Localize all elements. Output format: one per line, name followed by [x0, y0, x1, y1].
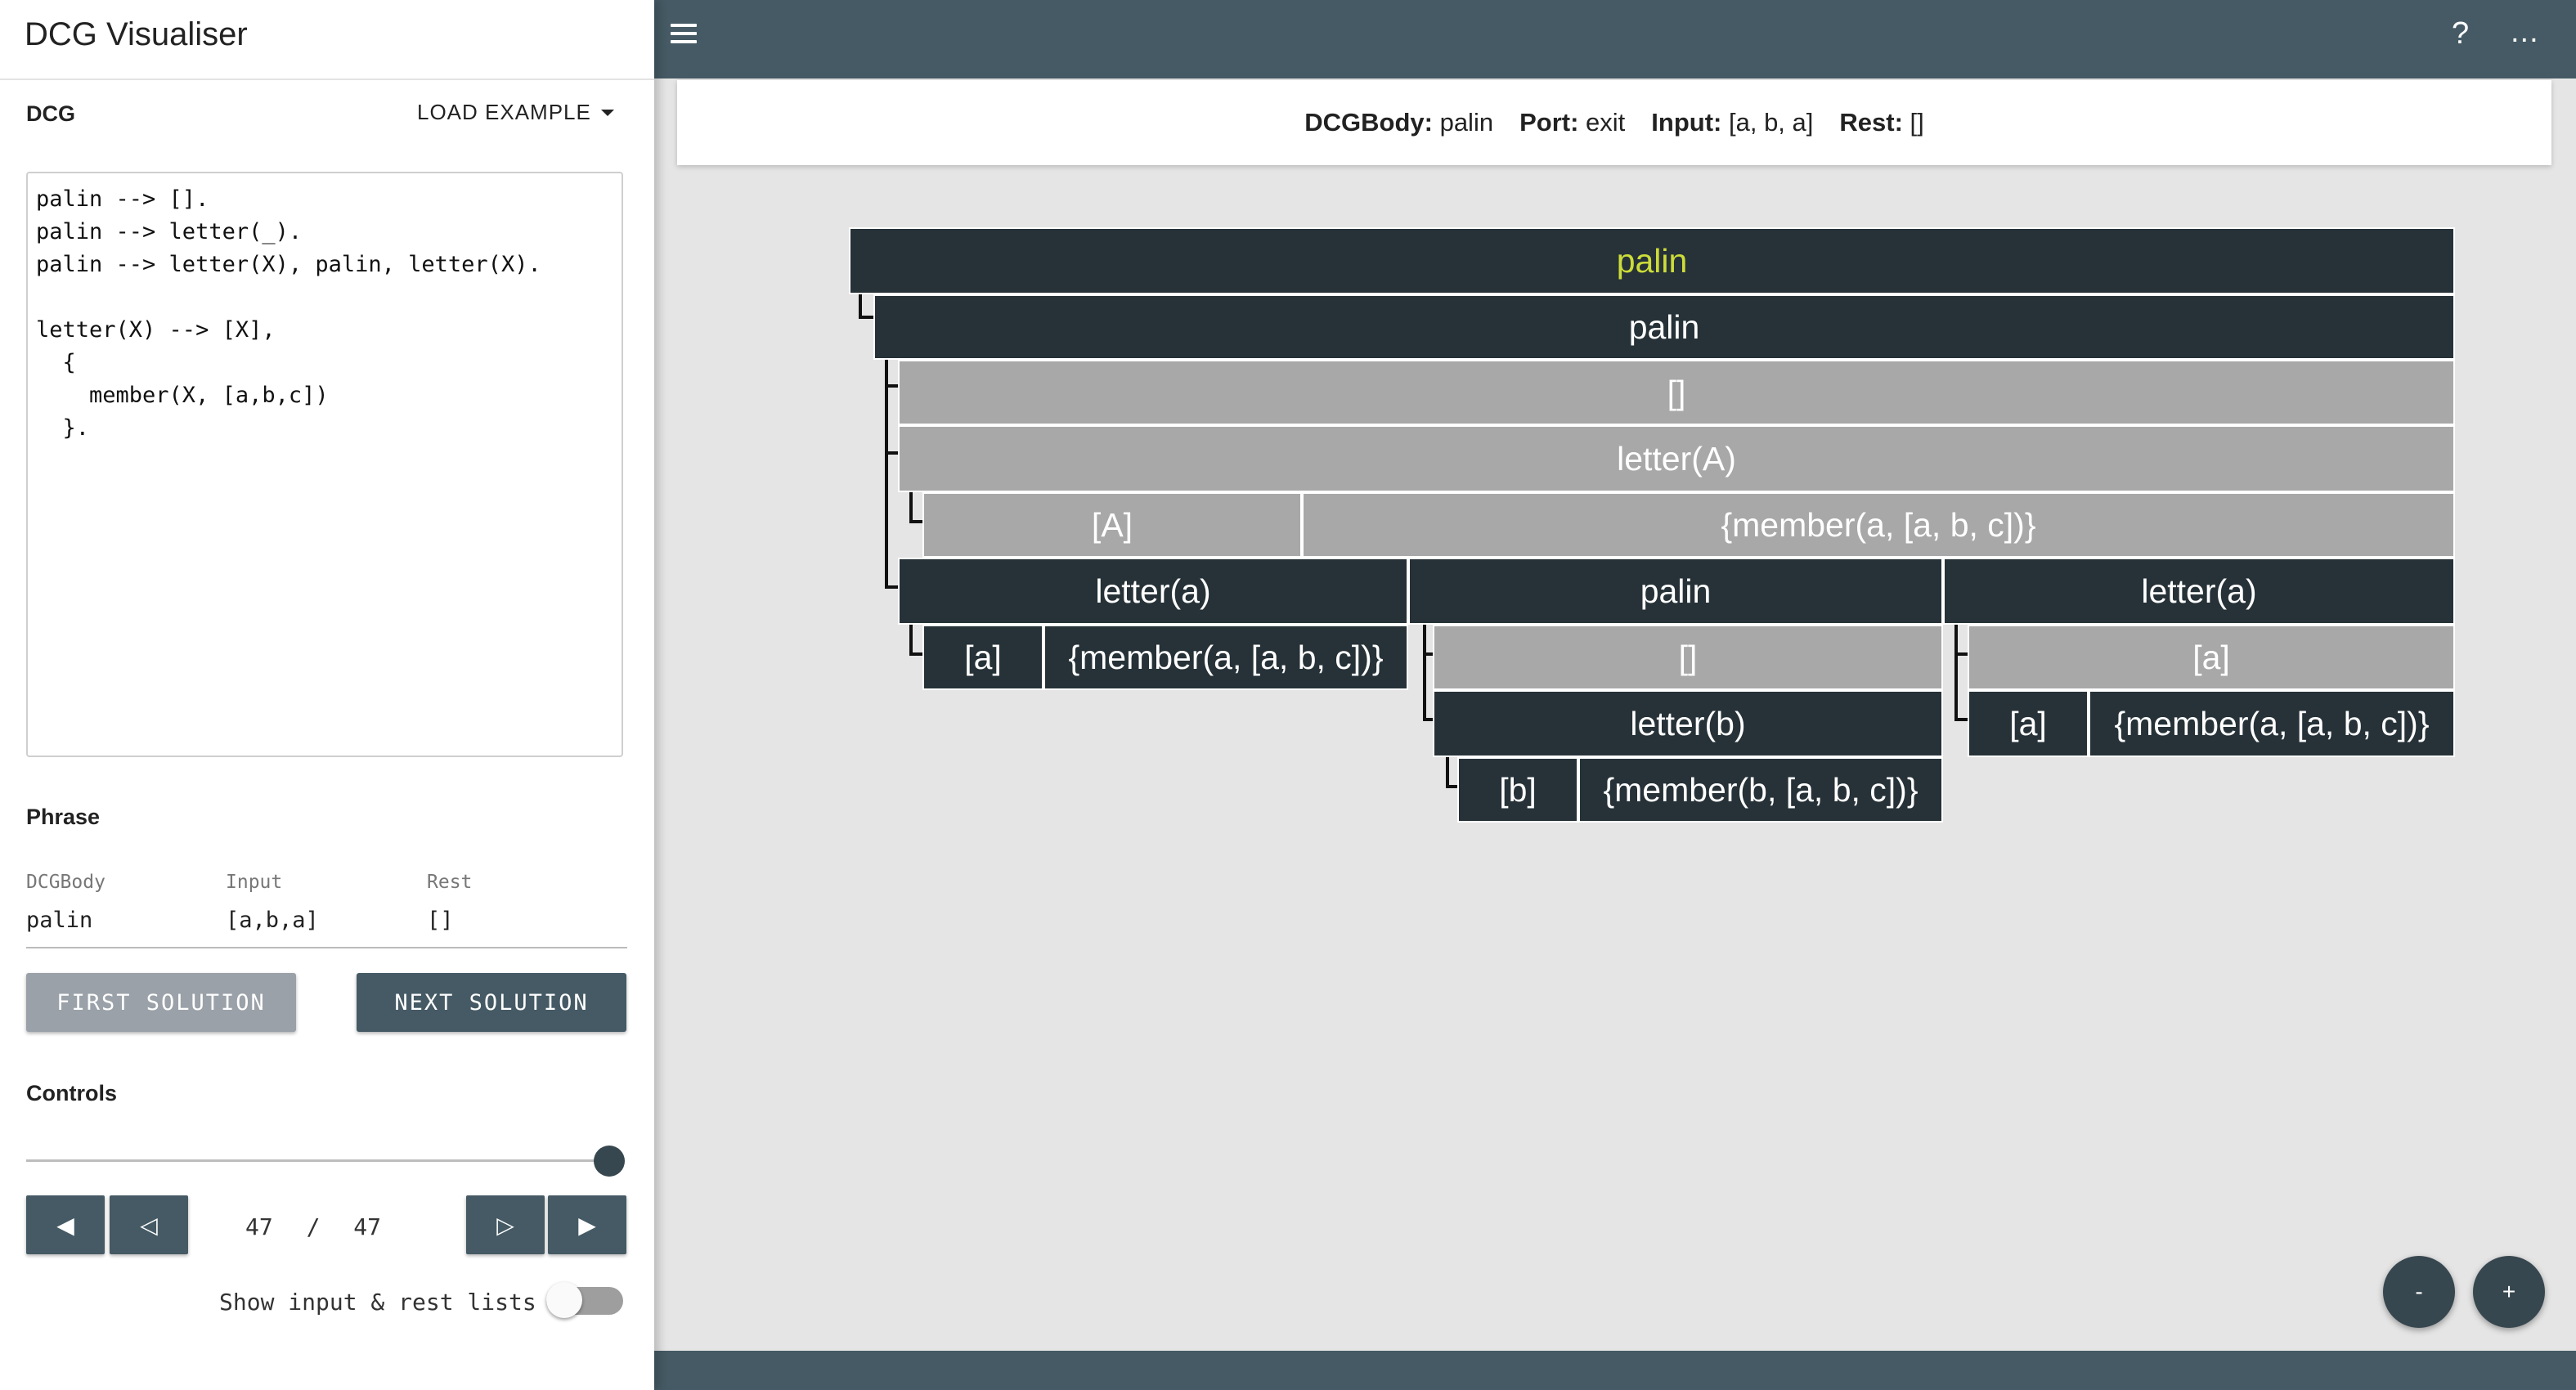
phrase-rest-value: []: [427, 908, 454, 933]
step-slider-thumb[interactable]: [594, 1146, 625, 1177]
zoom-out-button[interactable]: -: [2383, 1256, 2455, 1328]
last-step-button[interactable]: ▶: [548, 1195, 626, 1254]
status-port: Port: exit: [1519, 108, 1626, 137]
next-solution-button[interactable]: NEXT SOLUTION: [357, 973, 626, 1032]
tree-node[interactable]: [b]: [1457, 757, 1578, 823]
plus-icon: +: [2502, 1279, 2516, 1304]
step-current: 47: [245, 1213, 273, 1240]
show-lists-toggle[interactable]: [546, 1282, 623, 1320]
top-app-bar: [654, 0, 2576, 78]
skip-forward-icon: ▶: [578, 1212, 596, 1238]
status-dcgbody: DCGBody: palin: [1304, 108, 1494, 137]
phrase-dcgbody-value: palin: [26, 908, 93, 933]
status-input: Input: [a, b, a]: [1651, 108, 1814, 137]
more-options-icon[interactable]: ...: [2511, 15, 2539, 50]
hamburger-menu-icon[interactable]: [671, 20, 697, 44]
step-back-icon: ◁: [140, 1212, 158, 1238]
controls-section-label: Controls: [26, 1081, 117, 1105]
chevron-down-icon: [600, 109, 614, 116]
tree-node[interactable]: [a]: [922, 625, 1043, 690]
tree-node[interactable]: {member(b, [a, b, c])}: [1578, 757, 1943, 823]
tree-node-root[interactable]: palin: [849, 227, 2455, 294]
phrase-rest-field[interactable]: Rest []: [427, 872, 472, 933]
tree-node[interactable]: []: [898, 360, 2455, 425]
phrase-dcgbody-field[interactable]: DCGBody palin: [26, 872, 105, 933]
first-step-button[interactable]: ◀: [26, 1195, 105, 1254]
tree-connector: [1954, 623, 1958, 721]
tree-connector: [909, 520, 922, 523]
tree-connector: [1446, 756, 1449, 788]
show-lists-label: Show input & rest lists: [219, 1289, 536, 1316]
divider: [0, 78, 654, 80]
status-bar: DCGBody: palin Port: exit Input: [a, b, …: [677, 80, 2551, 165]
tree-node[interactable]: letter(b): [1433, 690, 1943, 757]
phrase-input-field[interactable]: Input [a,b,a]: [226, 872, 319, 933]
tree-node[interactable]: [a]: [1968, 625, 2455, 690]
tree-connector: [885, 585, 898, 589]
minus-icon: -: [2415, 1279, 2423, 1304]
phrase-rest-label: Rest: [427, 872, 473, 893]
tree-node[interactable]: []: [1433, 625, 1943, 690]
tree-node[interactable]: {member(a, [a, b, c])}: [2089, 690, 2455, 757]
tree-connector: [885, 451, 898, 455]
zoom-in-button[interactable]: +: [2473, 1256, 2545, 1328]
tree-node[interactable]: letter(a): [1943, 558, 2455, 625]
step-separator: /: [306, 1213, 321, 1240]
tree-connector: [909, 623, 913, 656]
tree-connector: [909, 491, 913, 523]
tree-node[interactable]: [a]: [1968, 690, 2089, 757]
dcg-code-editor[interactable]: palin --> []. palin --> letter(_). palin…: [26, 172, 623, 757]
help-icon[interactable]: ?: [2452, 16, 2469, 52]
phrase-section-label: Phrase: [26, 805, 101, 829]
first-solution-button[interactable]: FIRST SOLUTION: [26, 973, 296, 1032]
load-example-dropdown[interactable]: LOAD EXAMPLE: [417, 100, 614, 125]
tree-connector: [885, 384, 898, 388]
tree-connector: [1423, 623, 1426, 721]
tree-node[interactable]: {member(a, [a, b, c])}: [1043, 625, 1408, 690]
step-forward-icon: ▷: [496, 1212, 514, 1238]
status-rest: Rest: []: [1839, 108, 1924, 137]
phrase-dcgbody-label: DCGBody: [26, 872, 105, 893]
tree-connector: [885, 358, 888, 589]
tree-node[interactable]: letter(A): [898, 425, 2455, 492]
step-counter: 47 / 47: [245, 1213, 381, 1240]
app-title: DCG Visualiser: [25, 16, 248, 52]
tree-connector: [1954, 718, 1968, 721]
prev-step-button[interactable]: ◁: [110, 1195, 188, 1254]
next-step-button[interactable]: ▷: [466, 1195, 545, 1254]
tree-node[interactable]: letter(a): [898, 558, 1408, 625]
tree-node[interactable]: {member(a, [a, b, c])}: [1302, 492, 2455, 558]
skip-back-icon: ◀: [56, 1212, 74, 1238]
phrase-input-value: [a,b,a]: [226, 908, 319, 933]
tree-connector: [859, 316, 873, 319]
left-panel: DCG Visualiser DCG LOAD EXAMPLE palin --…: [0, 0, 654, 1390]
tree-node[interactable]: palin: [1408, 558, 1943, 625]
phrase-underline: [26, 947, 627, 948]
tree-connector: [1954, 652, 1968, 656]
step-slider-track[interactable]: [26, 1159, 611, 1162]
tree-node[interactable]: palin: [873, 294, 2455, 360]
toggle-knob[interactable]: [546, 1282, 582, 1318]
step-total: 47: [353, 1213, 382, 1240]
bottom-bar: [654, 1351, 2576, 1390]
tree-connector: [909, 652, 922, 656]
load-example-label: LOAD EXAMPLE: [417, 100, 591, 124]
dcg-section-label: DCG: [26, 101, 75, 126]
phrase-input-label: Input: [226, 872, 283, 893]
tree-node[interactable]: [A]: [922, 492, 1302, 558]
